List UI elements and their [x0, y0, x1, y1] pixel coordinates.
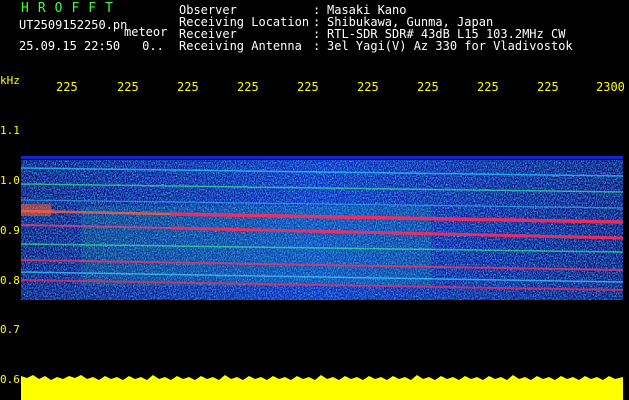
- y-tick-label: 1.0: [0, 174, 20, 187]
- x-tick-label: 225: [177, 80, 199, 94]
- y-tick-label: 1.1: [0, 124, 20, 137]
- date-time-value: 25.09.15 22:50: [19, 39, 121, 53]
- y-axis-unit: kHz: [0, 74, 20, 87]
- x-tick-label: 225: [297, 80, 319, 94]
- date-extra: 0..: [142, 39, 164, 53]
- date-time: 25.09.15 22:50 0..: [19, 39, 164, 53]
- info-key-antenna: Receiving Antenna: [179, 39, 302, 53]
- y-tick-label: 0.7: [0, 323, 20, 336]
- file-name: UT2509152250.pn: [19, 18, 128, 32]
- x-tick-label: 225: [477, 80, 499, 94]
- y-tick-label: 0.6: [0, 373, 20, 386]
- y-tick-label: 0.9: [0, 224, 20, 237]
- info-value-antenna: 3el Yagi(V) Az 330 for Vladivostok: [327, 39, 573, 53]
- x-tick-label: 225: [357, 80, 379, 94]
- app-title: HROFFT: [21, 1, 122, 16]
- mode-label: meteor: [124, 25, 168, 39]
- x-tick-label: 225: [537, 80, 559, 94]
- x-tick-label: 225: [237, 80, 259, 94]
- x-tick-label: 225: [417, 80, 439, 94]
- y-tick-label: 0.8: [0, 274, 20, 287]
- info-colon: :: [313, 39, 321, 53]
- spectrogram-plot: [21, 156, 623, 400]
- x-tick-label: 2300: [596, 80, 625, 94]
- x-tick-label: 225: [56, 80, 78, 94]
- x-tick-label: 225: [117, 80, 139, 94]
